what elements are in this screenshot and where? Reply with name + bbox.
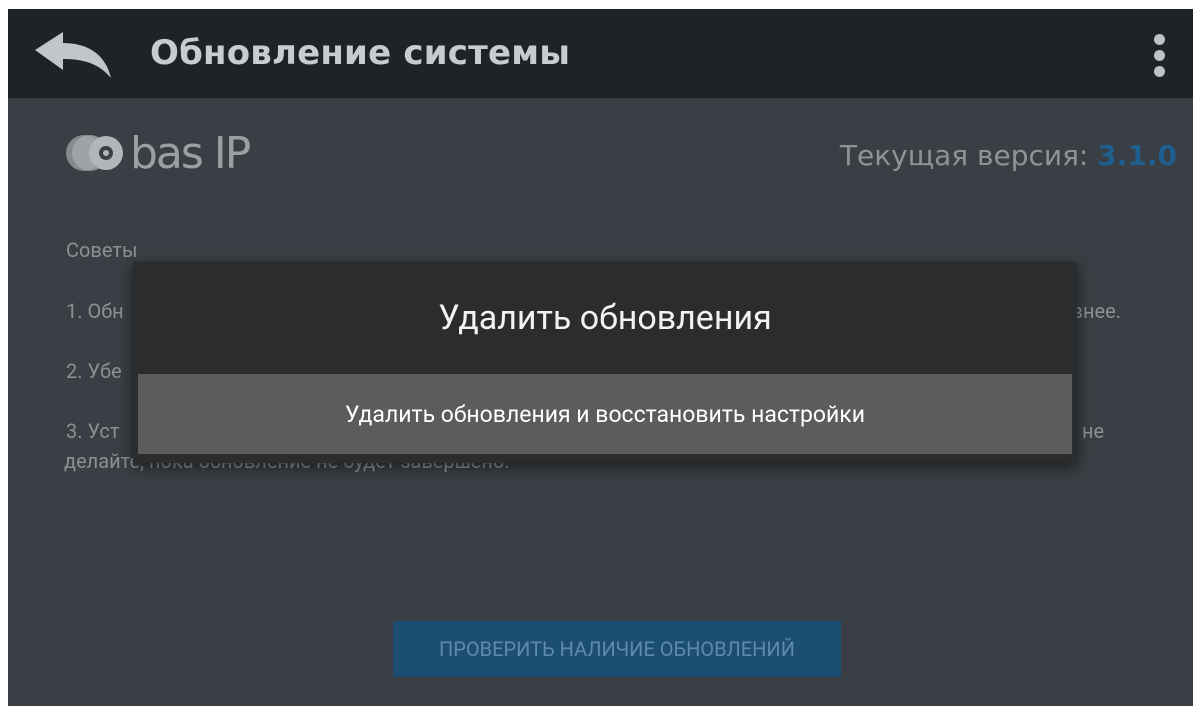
remove-updates-dialog: Удалить обновления Удалить обновления и …	[133, 262, 1077, 463]
tip-3: 3. Уст	[66, 419, 120, 443]
logo-mark-icon	[66, 135, 123, 171]
tip-1: 1. Обн	[66, 299, 124, 323]
current-version: Текущая версия: 3.1.0	[840, 139, 1177, 172]
version-number: 3.1.0	[1097, 139, 1177, 172]
overflow-menu-button[interactable]	[1137, 27, 1181, 83]
dialog-title: Удалить обновления	[438, 298, 772, 338]
more-vertical-icon	[1153, 33, 1165, 45]
check-updates-button[interactable]: ПРОВЕРИТЬ НАЛИЧИЕ ОБНОВЛЕНИЙ	[393, 621, 841, 677]
action-bar: Обновление системы	[8, 9, 1193, 98]
back-button[interactable]	[30, 27, 116, 85]
back-arrow-icon	[35, 32, 111, 78]
tips-heading: Советы	[66, 238, 138, 262]
version-label: Текущая версия:	[839, 139, 1098, 172]
remove-updates-restore-settings-option[interactable]: Удалить обновления и восстановить настро…	[138, 374, 1072, 454]
bas-ip-logo: bas IP	[64, 123, 251, 183]
page-title: Обновление системы	[150, 33, 571, 73]
tip-3-end: не	[1082, 419, 1105, 443]
device-screen: Обновление системы bas IP Текущая версия…	[8, 9, 1193, 706]
tip-2: 2. Убе	[66, 359, 122, 383]
logo-text: bas IP	[130, 127, 251, 179]
